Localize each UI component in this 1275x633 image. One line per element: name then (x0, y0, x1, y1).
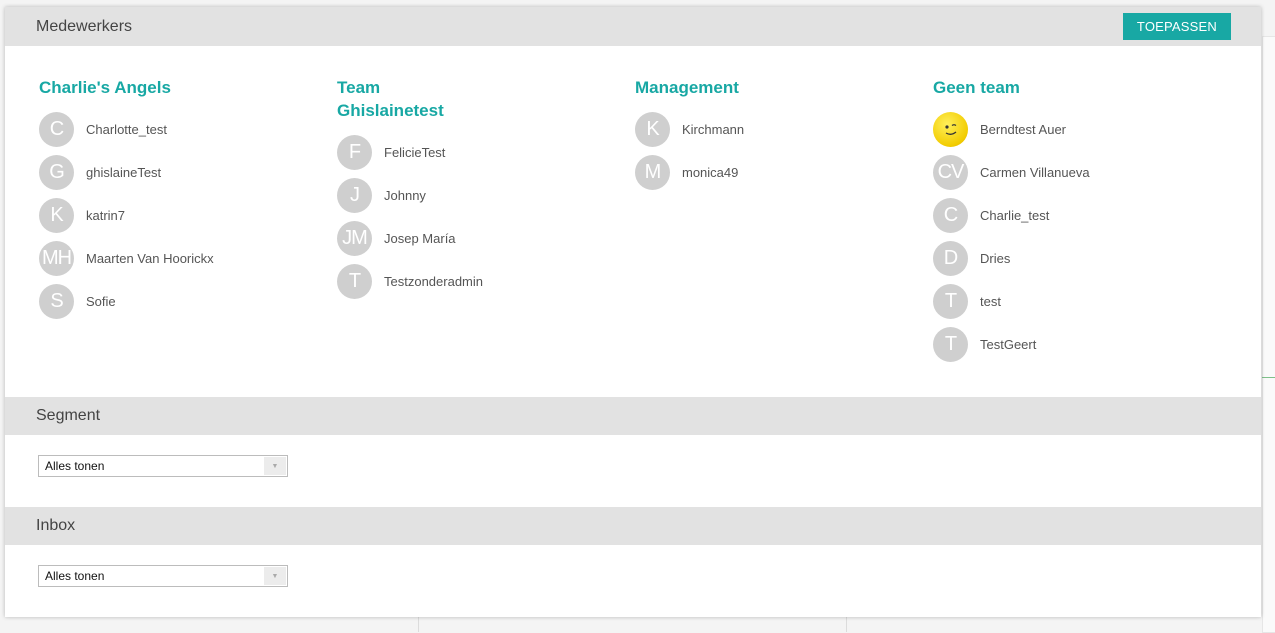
member-name: TestGeert (980, 336, 1037, 352)
employees-title: Medewerkers (36, 17, 133, 35)
avatar: C (933, 197, 968, 233)
chevron-down-icon[interactable]: ▼ (264, 457, 286, 475)
member-item[interactable]: GghislaineTest (39, 154, 269, 190)
avatar: K (635, 111, 670, 147)
avatar: M (635, 154, 670, 190)
avatar: C (39, 111, 74, 147)
member-name: Testzonderadmin (384, 273, 483, 289)
segment-select-value: Alles tonen (45, 459, 105, 473)
team-title[interactable]: Management (635, 76, 865, 99)
team-title[interactable]: Charlie's Angels (39, 76, 269, 99)
background-divider (418, 617, 419, 632)
segment-title: Segment (36, 407, 101, 424)
avatar: D (933, 240, 968, 276)
team-column: Management K Kirchmann Mmonica49 (635, 76, 865, 197)
member-item[interactable]: Kkatrin7 (39, 197, 269, 233)
employees-header: Medewerkers TOEPASSEN (5, 7, 1261, 46)
member-item[interactable]: Berndtest Auer (933, 111, 1163, 147)
inbox-title: Inbox (36, 517, 76, 534)
member-item[interactable]: D Dries (933, 240, 1163, 276)
member-name: Dries (980, 250, 1011, 266)
member-name: Kirchmann (682, 121, 745, 137)
member-name: test (980, 293, 1001, 309)
avatar: T (933, 326, 968, 362)
member-name: Maarten Van Hoorickx (86, 250, 214, 266)
member-name: Carmen Villanueva (980, 164, 1090, 180)
avatar: F (337, 134, 372, 170)
member-item[interactable]: C Charlie_test (933, 197, 1163, 233)
inbox-header: Inbox (5, 507, 1261, 545)
member-item[interactable]: MH Maarten Van Hoorickx (39, 240, 269, 276)
background-divider (846, 617, 847, 632)
apply-button[interactable]: TOEPASSEN (1122, 13, 1231, 40)
avatar: T (337, 263, 372, 299)
avatar: K (39, 197, 74, 233)
avatar: S (39, 283, 74, 319)
background-divider (1262, 377, 1275, 378)
member-item[interactable]: JM Josep María (337, 220, 467, 256)
avatar: MH (39, 240, 74, 276)
avatar: JM (337, 220, 372, 256)
avatar: CV (933, 154, 968, 190)
employee-filter-modal: Medewerkers TOEPASSEN Charlie's Angels C C… (5, 7, 1261, 617)
member-item[interactable]: Ttest (933, 283, 1163, 319)
member-item[interactable]: Mmonica49 (635, 154, 865, 190)
team-column: Charlie's Angels C Charlotte_test Gghislain… (39, 76, 269, 326)
member-name: Sofie (86, 293, 116, 309)
avatar: J (337, 177, 372, 213)
member-item[interactable]: C Charlotte_test (39, 111, 269, 147)
team-column: Geen team Berndtest Auer CV Carmen Villanue… (933, 76, 1163, 369)
member-item[interactable]: T Testzonderadmin (337, 263, 483, 299)
member-name: Charlotte_test (86, 121, 167, 137)
team-title[interactable]: Team Ghislainetest (337, 76, 467, 122)
inbox-select[interactable]: Alles tonen ▼ (38, 565, 288, 587)
member-name: Berndtest Auer (980, 121, 1066, 137)
avatar: T (933, 283, 968, 319)
background-panel (1262, 36, 1275, 633)
member-name: Charlie_test (980, 207, 1050, 223)
member-item[interactable]: CV Carmen Villanueva (933, 154, 1163, 190)
smiley-avatar-icon (933, 111, 968, 147)
avatar: G (39, 154, 74, 190)
member-name: Johnny (384, 187, 426, 203)
team-title[interactable]: Geen team (933, 76, 1163, 99)
member-item[interactable]: S Sofie (39, 283, 269, 319)
member-item[interactable]: K Kirchmann (635, 111, 865, 147)
member-name: katrin7 (86, 207, 126, 223)
member-name: ghislaineTest (86, 164, 162, 180)
inbox-select-value: Alles tonen (45, 569, 105, 583)
member-item[interactable]: F FelicieTest (337, 134, 467, 170)
member-name: monica49 (682, 164, 739, 180)
team-column: Team Ghislainetest F FelicieTest J Johnny JM J… (337, 76, 483, 306)
member-name: FelicieTest (384, 144, 446, 160)
member-name: Josep María (384, 230, 456, 246)
segment-select[interactable]: Alles tonen ▼ (38, 455, 288, 477)
member-item[interactable]: J Johnny (337, 177, 467, 213)
member-item[interactable]: T TestGeert (933, 326, 1163, 362)
chevron-down-icon[interactable]: ▼ (264, 567, 286, 585)
segment-header: Segment (5, 397, 1261, 435)
